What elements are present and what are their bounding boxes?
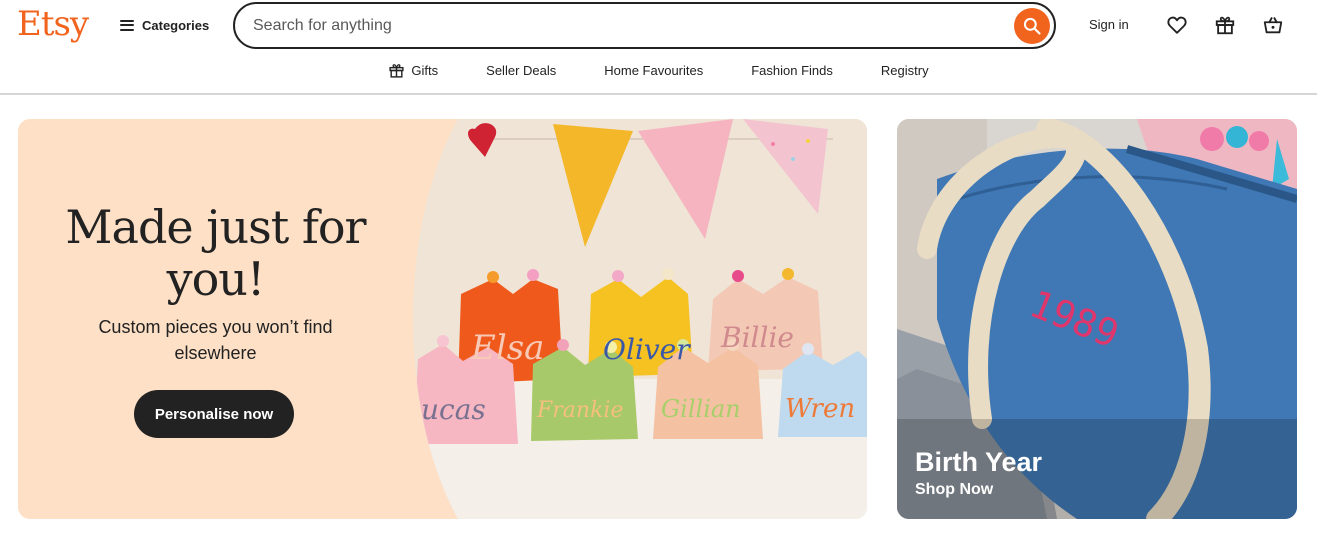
categories-button[interactable]: Categories (120, 15, 209, 35)
header-divider (0, 93, 1317, 95)
shop-now-link[interactable]: Shop Now (915, 481, 993, 499)
search-bar (233, 2, 1056, 49)
basket-icon (1263, 17, 1283, 34)
nav-registry[interactable]: Registry (857, 56, 953, 84)
svg-text:Billie: Billie (720, 321, 794, 354)
hero-text-panel: Made just for you! Custom pieces you won… (18, 119, 413, 519)
svg-text:Wren: Wren (785, 394, 855, 424)
nav-home-favourites[interactable]: Home Favourites (580, 56, 727, 84)
nav-registry-label: Registry (880, 62, 929, 78)
secondary-nav: Gifts Seller Deals Home Favourites Fashi… (0, 56, 1317, 86)
svg-text:ucas: ucas (421, 393, 486, 426)
nav-fashion-finds[interactable]: Fashion Finds (727, 56, 857, 84)
gift-button[interactable] (1212, 12, 1238, 38)
nav-seller-deals[interactable]: Seller Deals (462, 56, 580, 84)
personalise-now-button[interactable]: Personalise now (134, 390, 294, 438)
svg-text:Elsa: Elsa (470, 328, 544, 368)
hero-crowns-image[interactable]: Elsa Oliver Billie ucas Frankie Gillian … (413, 119, 867, 519)
search-button[interactable] (1014, 8, 1050, 44)
hero-subtitle: Custom pieces you won’t find elsewhere (98, 317, 333, 363)
nav-seller-deals-label: Seller Deals (486, 62, 557, 78)
categories-label: Categories (142, 17, 210, 33)
birth-year-title: Birth Year (915, 447, 1043, 477)
birth-year-card[interactable]: 1989 Birth Year Shop Now (897, 119, 1297, 519)
favorites-button[interactable] (1164, 12, 1190, 38)
search-input[interactable] (253, 14, 993, 38)
nav-home-favourites-label: Home Favourites (604, 62, 704, 78)
cart-button[interactable] (1260, 12, 1286, 38)
nav-gifts-label: Gifts (411, 62, 439, 78)
svg-text:Frankie: Frankie (536, 398, 623, 423)
nav-gifts[interactable]: Gifts (364, 56, 462, 84)
sign-in-link[interactable]: Sign in (1089, 17, 1129, 32)
nav-fashion-finds-label: Fashion Finds (751, 62, 833, 78)
svg-text:Gillian: Gillian (661, 395, 741, 423)
header: Etsy Categories Sign in (0, 0, 1317, 52)
hero-title: Made just for you! (65, 200, 366, 306)
etsy-logo[interactable]: Etsy (17, 4, 89, 44)
search-icon (1023, 17, 1041, 35)
menu-icon (120, 19, 134, 31)
svg-text:Oliver: Oliver (603, 333, 691, 366)
gift-icon (389, 63, 405, 78)
gift-icon (1215, 16, 1235, 35)
hero-banner: Elsa Oliver Billie ucas Frankie Gillian … (18, 119, 867, 519)
heart-icon (1167, 16, 1187, 34)
